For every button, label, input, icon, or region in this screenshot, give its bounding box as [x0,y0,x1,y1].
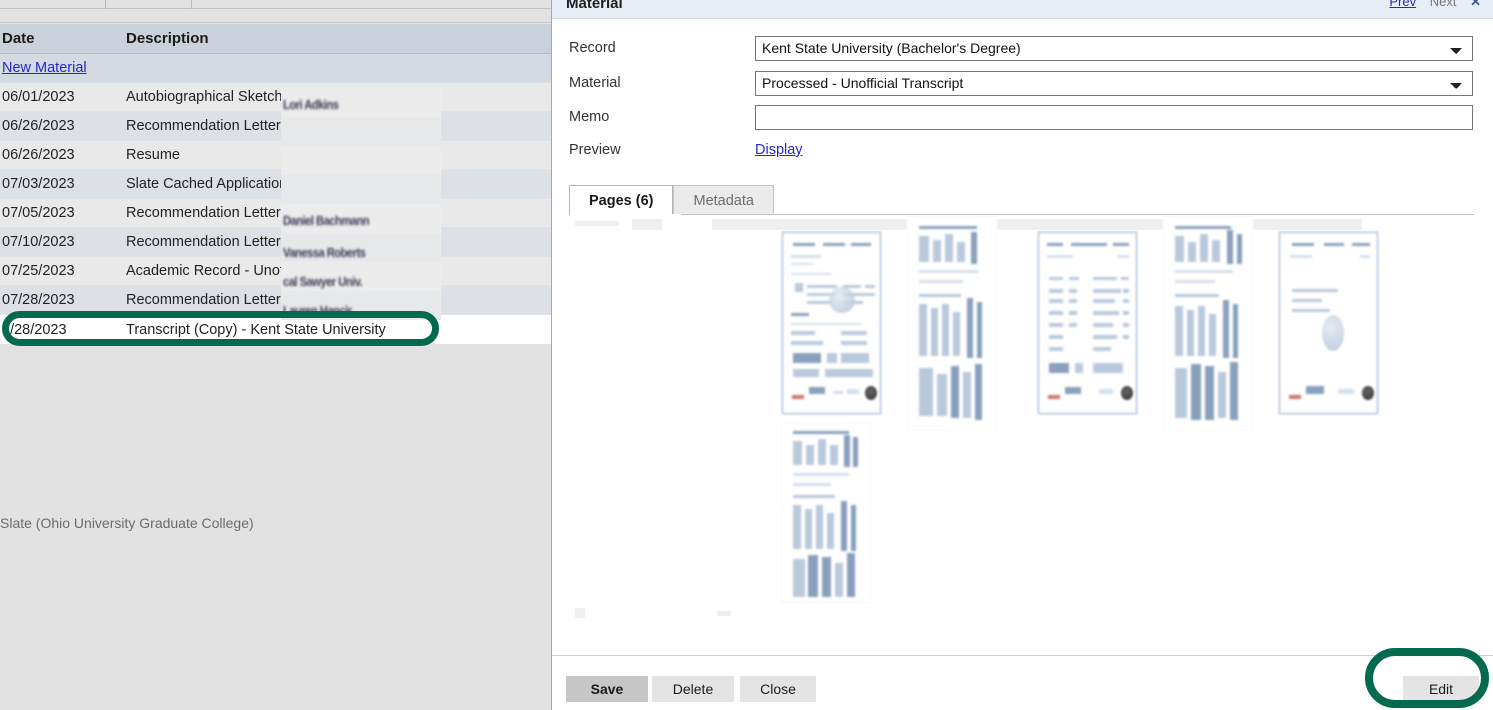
cell-description: Academic Record - Unofficial [126,263,313,279]
ghost-placeholder [712,219,1362,230]
material-label: Material [569,75,621,91]
page-thumbnail[interactable] [1163,216,1253,431]
preview-label: Preview [569,142,621,158]
material-control: Processed - Unofficial Transcript [755,70,1473,96]
dialog-footer: Save Delete Close Edit [552,655,1493,710]
dialog-title: Material [566,0,623,12]
cell-date: 07/05/2023 [2,205,75,221]
tab-pages-label: Pages (6) [589,192,654,209]
new-material-row[interactable]: New Material [0,54,551,83]
tab-pages[interactable]: Pages (6) [569,185,674,215]
dialog-nav-controls: Prev Next ✕ [1379,0,1481,10]
tab-metadata[interactable]: Metadata [673,185,774,215]
material-select[interactable]: Processed - Unofficial Transcript [755,70,1473,96]
page-thumbnail-image [1278,231,1379,415]
preview-control: Display [755,141,1473,159]
cell-description: Recommendation Letter [126,118,281,134]
page-thumbnail-image [781,423,871,603]
page-thumbnail[interactable] [1278,231,1379,415]
record-select[interactable]: Kent State University (Bachelor's Degree… [755,35,1473,61]
memo-row: Memo [552,100,1493,134]
column-divider [191,0,192,9]
material-dialog: Material Prev Next ✕ Record Kent State U… [551,0,1493,710]
tab-active-notch [570,214,681,216]
cell-description: Transcript (Copy) - Kent State Universit… [126,321,386,338]
record-row: Record Kent State University (Bachelor's… [552,31,1493,65]
cell-date: 06/01/2023 [2,89,75,105]
page-thumbnail[interactable] [1037,231,1138,415]
page-thumbnail[interactable] [781,231,882,415]
cell-description: Recommendation Letter [126,234,281,250]
page-thumbnail-image [1163,216,1253,431]
memo-input[interactable] [755,104,1473,130]
materials-table: Date Description New Material 06/01/2023… [0,24,551,344]
column-divider [105,0,106,9]
table-row[interactable]: 06/26/2023 Recommendation Letter [0,112,551,141]
column-header-date: Date [2,30,35,47]
page-thumbnail-image [1037,231,1138,415]
cell-date: 07/03/2023 [2,176,75,192]
new-material-cell: New Material [0,60,126,76]
table-row[interactable]: 07/10/2023 Recommendation Letter [0,228,551,257]
save-button[interactable]: Save [566,676,648,702]
new-material-link[interactable]: New Material [2,60,87,76]
cell-date: 07/10/2023 [2,234,75,250]
record-label: Record [569,40,616,56]
column-header-description: Description [126,30,209,47]
selected-material-row[interactable]: 7/28/2023 Transcript (Copy) - Kent State… [0,315,551,344]
ghost-placeholder [575,608,585,618]
ghost-placeholder [632,219,662,230]
strip-divider-line [0,8,551,9]
next-link[interactable]: Next [1430,0,1457,9]
table-row[interactable]: 07/25/2023 Academic Record - Unofficial [0,257,551,286]
ghost-placeholder [717,611,731,616]
edit-button[interactable]: Edit [1403,676,1479,702]
page-thumbnail[interactable] [907,216,997,431]
memo-label: Memo [569,109,610,125]
tab-underline [569,214,1474,215]
pages-thumbnail-panel [569,216,1474,651]
table-row[interactable]: 07/05/2023 Recommendation Letter [0,199,551,228]
table-header-row: Date Description [0,24,551,54]
page-thumbnail-image [781,231,882,415]
cell-date: 06/26/2023 [2,118,75,134]
ghost-placeholder [575,221,619,226]
cell-description: Resume [126,147,180,163]
material-row: Material Processed - Unofficial Transcri… [552,66,1493,100]
tab-bar: Pages (6) Metadata [569,184,1474,215]
preview-row: Preview Display [552,133,1493,167]
close-icon[interactable]: ✕ [1470,0,1481,9]
table-row[interactable]: 07/28/2023 Recommendation Letter [0,286,551,315]
page-thumbnail[interactable] [781,423,871,603]
cell-description: Slate Cached Application [126,176,288,192]
display-link[interactable]: Display [755,142,803,158]
cell-date: 7/28/2023 [2,321,67,338]
cell-description: Recommendation Letter [126,292,281,308]
dialog-titlebar: Material Prev Next ✕ [552,0,1493,19]
cell-date: 06/26/2023 [2,147,75,163]
close-button[interactable]: Close [740,676,816,702]
table-row[interactable]: 06/01/2023 Autobiographical Sketch [0,83,551,112]
tab-metadata-label: Metadata [693,192,754,209]
page-thumbnail-image [907,216,997,431]
prev-link[interactable]: Prev [1389,0,1416,9]
delete-button[interactable]: Delete [652,676,734,702]
memo-control [755,104,1473,130]
record-control: Kent State University (Bachelor's Degree… [755,35,1473,61]
cell-date: 07/25/2023 [2,263,75,279]
cell-description: Autobiographical Sketch [126,89,283,105]
source-label: Slate (Ohio University Graduate College) [0,515,254,531]
toolbar-strip [0,0,551,23]
cell-date: 07/28/2023 [2,292,75,308]
table-row[interactable]: 06/26/2023 Resume [0,141,551,170]
materials-panel: Date Description New Material 06/01/2023… [0,0,551,710]
table-row[interactable]: 07/03/2023 Slate Cached Application [0,170,551,199]
cell-description: Recommendation Letter [126,205,281,221]
